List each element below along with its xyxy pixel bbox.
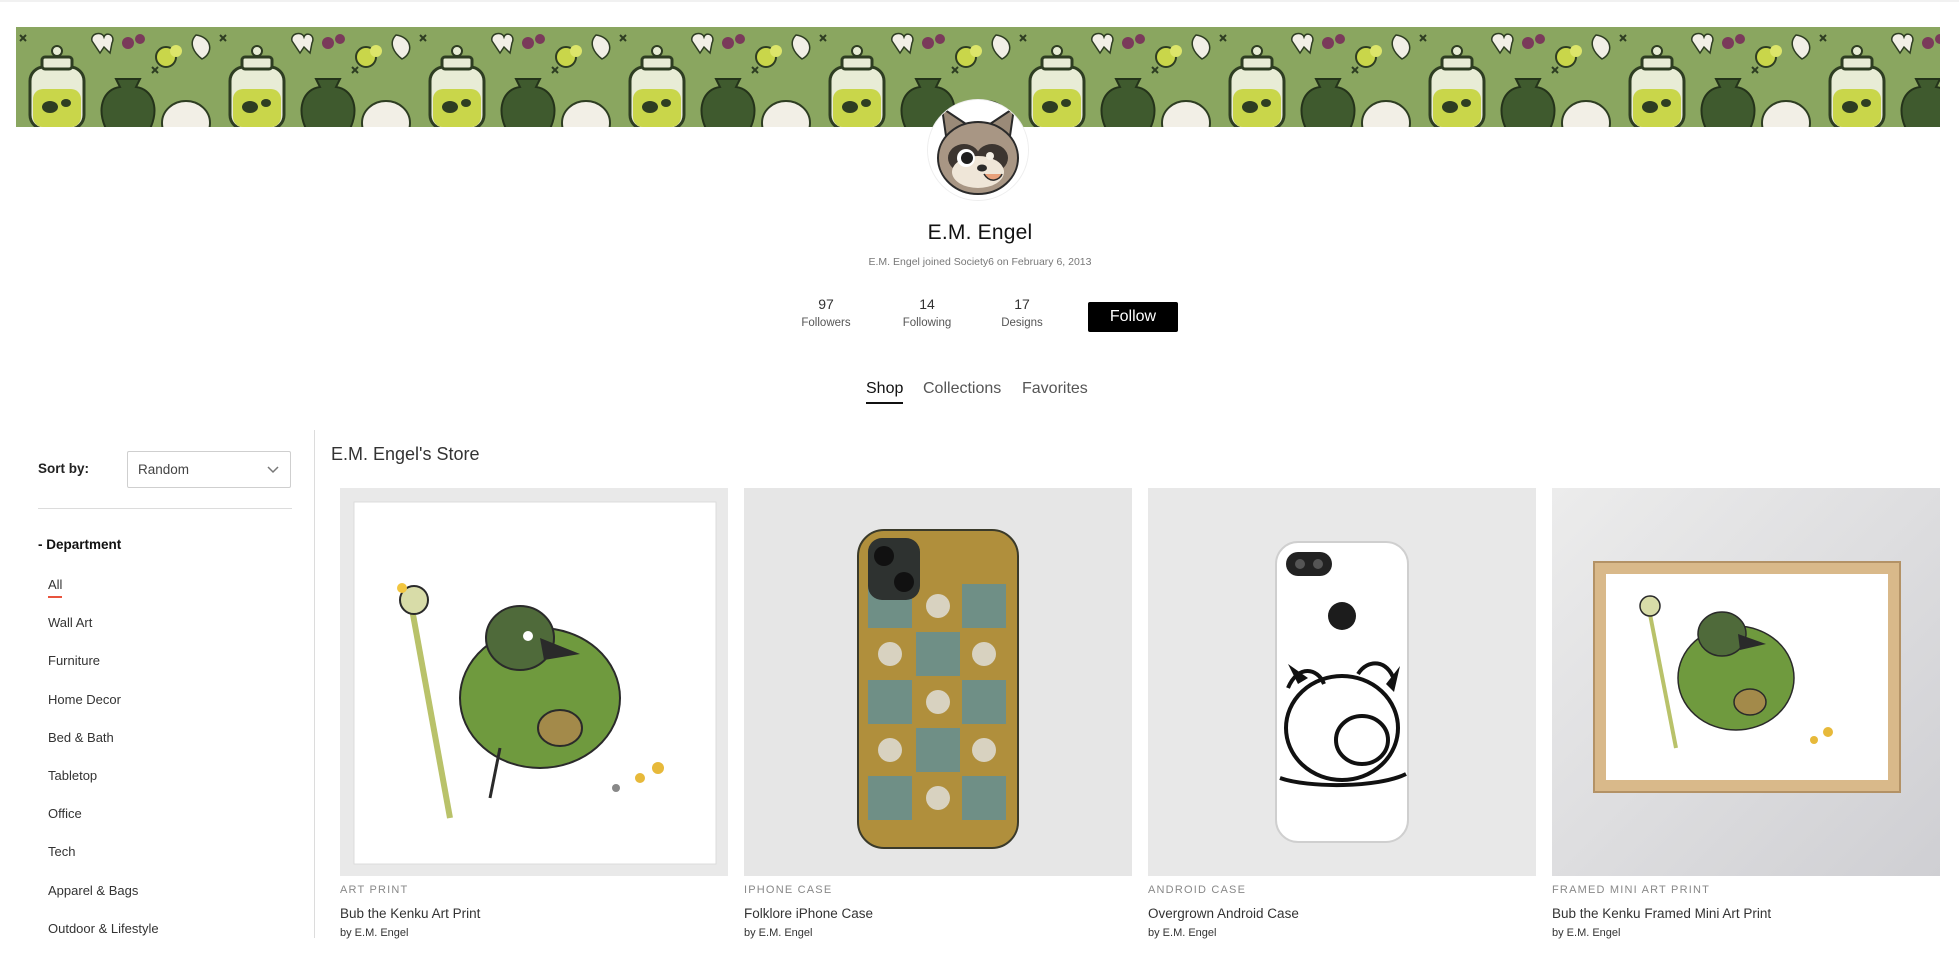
stat-followers[interactable]: 97 Followers	[786, 296, 866, 329]
department-item-furniture[interactable]: Furniture	[48, 653, 159, 691]
department-item-label: Office	[48, 806, 82, 822]
sort-select-value: Random	[138, 462, 190, 477]
department-item-office[interactable]: Office	[48, 806, 159, 844]
top-border	[0, 0, 1959, 2]
department-list: All Wall Art Furniture Home Decor Bed & …	[48, 577, 159, 959]
sort-select[interactable]: Random	[127, 451, 291, 488]
department-item-label: Wall Art	[48, 615, 93, 631]
department-item-label: Outdoor & Lifestyle	[48, 920, 159, 936]
sidebar-vertical-divider	[314, 430, 315, 938]
product-type: FRAMED MINI ART PRINT	[1552, 884, 1711, 896]
department-item-tabletop[interactable]: Tabletop	[48, 768, 159, 806]
profile-tabs: Shop Collections Favorites	[0, 380, 1959, 406]
department-heading[interactable]: - Department	[38, 537, 121, 552]
product-image[interactable]	[1552, 488, 1940, 876]
product-artist[interactable]: by E.M. Engel	[744, 927, 1132, 939]
stat-following[interactable]: 14 Following	[887, 296, 967, 329]
product-artist[interactable]: by E.M. Engel	[1552, 927, 1940, 939]
department-item-apparel-bags[interactable]: Apparel & Bags	[48, 883, 159, 921]
stat-followers-label: Followers	[801, 317, 851, 329]
product-type: ANDROID CASE	[1148, 884, 1247, 896]
department-item-tech[interactable]: Tech	[48, 844, 159, 882]
product-card[interactable]: ANDROID CASE Overgrown Android Case by E…	[1148, 488, 1536, 939]
product-image[interactable]	[744, 488, 1132, 876]
product-type: ART PRINT	[340, 884, 409, 896]
department-item-label: Tech	[48, 844, 76, 860]
tab-collections[interactable]: Collections	[923, 380, 1001, 398]
department-item-label: Furniture	[48, 653, 101, 669]
chevron-down-icon	[267, 466, 279, 474]
stat-followers-count: 97	[818, 296, 834, 312]
sort-label: Sort by:	[38, 461, 90, 476]
department-item-all[interactable]: All	[48, 577, 159, 615]
profile-name: E.M. Engel	[927, 221, 1033, 244]
stat-designs[interactable]: 17 Designs	[982, 296, 1062, 329]
department-item-label: Tabletop	[48, 767, 98, 783]
product-card[interactable]: ART PRINT Bub the Kenku Art Print by E.M…	[340, 488, 728, 939]
department-item-label: All	[48, 577, 63, 592]
department-item-home-decor[interactable]: Home Decor	[48, 692, 159, 730]
stat-following-count: 14	[919, 296, 935, 312]
department-item-label: Apparel & Bags	[48, 882, 139, 898]
product-card[interactable]: IPHONE CASE Folklore iPhone Case by E.M.…	[744, 488, 1132, 939]
product-card[interactable]: FRAMED MINI ART PRINT Bub the Kenku Fram…	[1552, 488, 1940, 939]
product-artist[interactable]: by E.M. Engel	[1148, 927, 1536, 939]
sidebar-divider	[38, 508, 292, 509]
product-image[interactable]	[1148, 488, 1536, 876]
product-artist[interactable]: by E.M. Engel	[340, 927, 728, 939]
stat-following-label: Following	[902, 317, 952, 329]
department-item-label: Home Decor	[48, 691, 121, 707]
product-type: IPHONE CASE	[744, 884, 833, 896]
product-image[interactable]	[340, 488, 728, 876]
tab-shop[interactable]: Shop	[866, 380, 904, 404]
stat-designs-label: Designs	[1001, 317, 1043, 329]
avatar[interactable]	[928, 100, 1028, 200]
product-title[interactable]: Bub the Kenku Framed Mini Art Print	[1552, 906, 1940, 921]
store-title: E.M. Engel's Store	[331, 444, 480, 464]
product-title[interactable]: Bub the Kenku Art Print	[340, 906, 728, 921]
product-title[interactable]: Folklore iPhone Case	[744, 906, 1132, 921]
department-item-label: Bed & Bath	[48, 729, 114, 745]
department-item-outdoor-lifestyle[interactable]: Outdoor & Lifestyle	[48, 921, 159, 959]
stat-designs-count: 17	[1014, 296, 1030, 312]
follow-button[interactable]: Follow	[1088, 302, 1178, 332]
department-item-wall-art[interactable]: Wall Art	[48, 615, 159, 653]
department-item-bed-bath[interactable]: Bed & Bath	[48, 730, 159, 768]
product-title[interactable]: Overgrown Android Case	[1148, 906, 1536, 921]
profile-joined-date: E.M. Engel joined Society6 on February 6…	[868, 256, 1092, 268]
tab-favorites[interactable]: Favorites	[1022, 380, 1088, 398]
